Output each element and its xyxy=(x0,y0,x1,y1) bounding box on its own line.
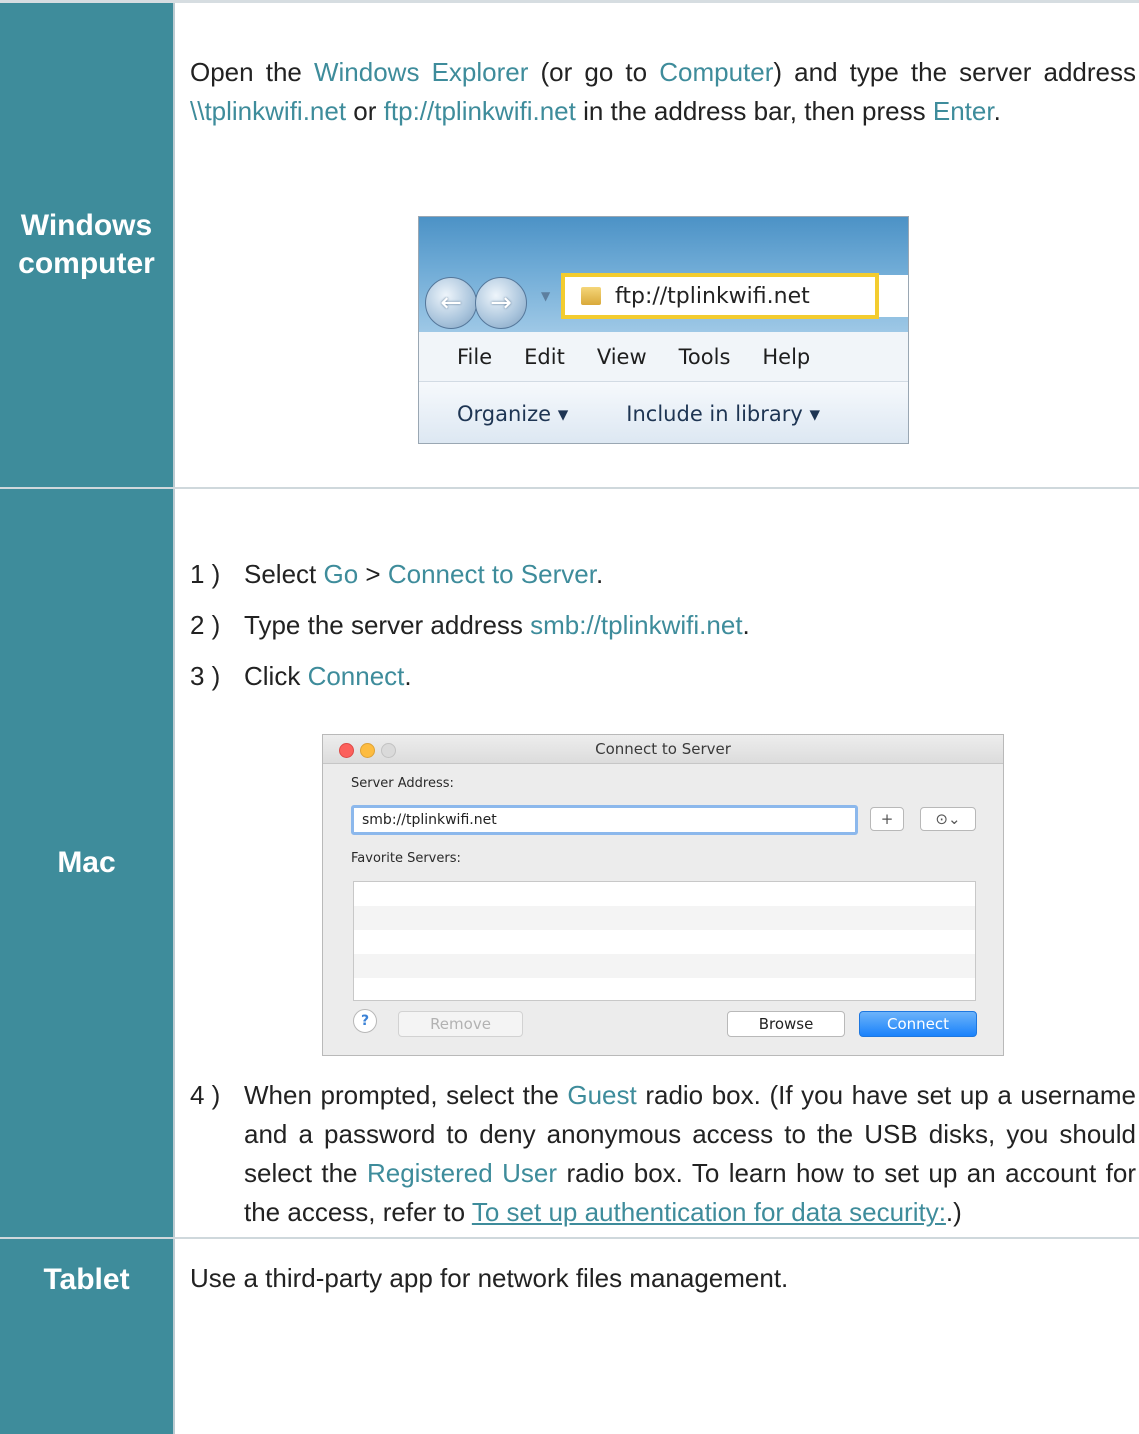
step-number: 3 ) xyxy=(190,661,221,691)
text-run: (or go to xyxy=(528,57,660,87)
step-number: 4 ) xyxy=(190,1080,221,1110)
mac-label-text: Mac xyxy=(57,846,116,879)
help-button[interactable]: ? xyxy=(353,1009,377,1033)
text-run: in the address bar, then press xyxy=(575,96,933,126)
recent-pages-chevron-icon[interactable]: ▼ xyxy=(541,289,550,303)
text-run: ) and type the server address xyxy=(773,57,1136,87)
include-in-library-button[interactable]: Include in library ▾ xyxy=(626,402,820,426)
back-arrow-icon: ← xyxy=(440,288,462,318)
menu-edit[interactable]: Edit xyxy=(524,345,565,369)
back-button[interactable]: ← xyxy=(425,277,477,329)
connect-term: Connect xyxy=(307,661,405,691)
text-run: > xyxy=(358,559,388,589)
mac-label: Mac xyxy=(0,489,175,1237)
list-item xyxy=(354,954,975,978)
windows-label-text: Windows computer xyxy=(18,209,155,280)
explorer-command-bar: Organize ▾ Include in library ▾ xyxy=(419,382,908,443)
menu-tools[interactable]: Tools xyxy=(679,345,731,369)
step-4: 4 ) When prompted, select the Guest radi… xyxy=(190,1076,1136,1232)
mac-steps-top: 1 ) Select Go > Connect to Server. 2 ) T… xyxy=(190,555,1136,696)
step-text: Click Connect. xyxy=(244,657,1136,696)
guest-term: Guest xyxy=(567,1080,637,1110)
list-item xyxy=(354,978,975,1002)
step-3: 3 ) Click Connect. xyxy=(190,657,1136,696)
text-run: . xyxy=(595,559,604,589)
menu-view[interactable]: View xyxy=(597,345,647,369)
menu-file[interactable]: File xyxy=(457,345,492,369)
tablet-label-text: Tablet xyxy=(43,1263,130,1296)
windows-explorer-term: Windows Explorer xyxy=(313,57,529,87)
recent-servers-button[interactable]: ⊙⌄ xyxy=(920,807,976,831)
dialog-titlebar: Connect to Server xyxy=(323,735,1003,764)
text-run: . xyxy=(993,96,1001,126)
text-run: . xyxy=(404,661,412,691)
text-run: .) xyxy=(945,1197,962,1227)
connect-to-server-dialog: Connect to Server Server Address: smb://… xyxy=(322,734,1004,1056)
favorite-servers-list[interactable] xyxy=(353,881,976,1001)
computer-term: Computer xyxy=(659,57,774,87)
windows-instructions: Open the Windows Explorer (or go to Comp… xyxy=(190,53,1136,131)
list-item xyxy=(354,882,975,906)
explorer-address-bar[interactable]: ftp://tplinkwifi.net xyxy=(561,273,879,319)
remove-button[interactable]: Remove xyxy=(398,1011,523,1037)
tablet-instructions: Use a third-party app for network files … xyxy=(190,1263,789,1293)
server-address-value: smb://tplinkwifi.net xyxy=(362,812,497,828)
list-item xyxy=(354,906,975,930)
smb-address: smb://tplinkwifi.net xyxy=(530,610,743,640)
menu-help[interactable]: Help xyxy=(762,345,810,369)
go-menu-term: Go xyxy=(323,559,359,589)
step-1: 1 ) Select Go > Connect to Server. xyxy=(190,555,1136,594)
enter-key-term: Enter xyxy=(932,96,994,126)
step-text: Type the server address smb://tplinkwifi… xyxy=(244,606,1136,645)
dialog-title: Connect to Server xyxy=(595,740,731,758)
add-favorite-button[interactable]: + xyxy=(870,807,904,831)
folder-icon xyxy=(581,287,601,305)
browse-button[interactable]: Browse xyxy=(727,1011,845,1037)
list-item xyxy=(354,930,975,954)
address-bar-extension xyxy=(879,275,908,317)
windows-label: Windows computer xyxy=(0,3,175,487)
text-run: When prompted, select the xyxy=(244,1080,568,1110)
address-value: ftp://tplinkwifi.net xyxy=(615,283,810,309)
tablet-row: Tablet Use a third-party app for network… xyxy=(0,1237,1139,1434)
favorite-servers-label: Favorite Servers: xyxy=(351,851,461,866)
step-number: 1 ) xyxy=(190,559,221,589)
text-run: Click xyxy=(244,661,308,691)
server-address-label: Server Address: xyxy=(351,776,454,791)
forward-button[interactable]: → xyxy=(475,277,527,329)
step-2: 2 ) Type the server address smb://tplink… xyxy=(190,606,1136,645)
connect-to-server-term: Connect to Server xyxy=(387,559,596,589)
text-run: or xyxy=(346,96,384,126)
step-text: When prompted, select the Guest radio bo… xyxy=(244,1076,1136,1232)
forward-arrow-icon: → xyxy=(490,288,512,318)
text-run: Select xyxy=(244,559,324,589)
text-run: . xyxy=(742,610,750,640)
step-number: 2 ) xyxy=(190,610,221,640)
server-address-input[interactable]: smb://tplinkwifi.net xyxy=(351,805,858,835)
tablet-label: Tablet xyxy=(0,1239,175,1434)
unc-address: \\tplinkwifi.net xyxy=(190,96,347,126)
mac-steps-bottom: 4 ) When prompted, select the Guest radi… xyxy=(190,1076,1136,1232)
registered-user-term: Registered User xyxy=(366,1158,558,1188)
authentication-link[interactable]: To set up authentication for data securi… xyxy=(472,1197,946,1227)
ftp-address: ftp://tplinkwifi.net xyxy=(383,96,576,126)
text-run: Open the xyxy=(190,57,314,87)
windows-explorer-screenshot: ← → ▼ ftp://tplinkwifi.net File Edit Vie… xyxy=(418,216,909,444)
text-run: Type the server address xyxy=(244,610,531,640)
organize-button[interactable]: Organize ▾ xyxy=(457,402,568,426)
step-text: Select Go > Connect to Server. xyxy=(244,555,1136,594)
connect-button[interactable]: Connect xyxy=(859,1011,977,1037)
explorer-menu-bar: File Edit View Tools Help xyxy=(419,332,908,382)
tablet-content: Use a third-party app for network files … xyxy=(175,1239,1139,1434)
